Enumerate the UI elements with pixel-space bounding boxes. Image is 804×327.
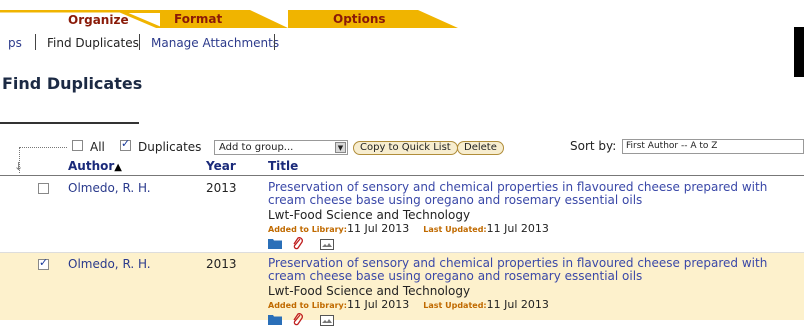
column-header-title[interactable]: Title (268, 159, 298, 173)
row-title[interactable]: Preservation of sensory and chemical pro… (268, 257, 788, 283)
tab-format[interactable]: Format (160, 10, 390, 28)
added-date: 11 Jul 2013 (346, 222, 410, 235)
row-checkbox[interactable] (38, 183, 49, 194)
duplicates-label: Duplicates (138, 140, 202, 154)
updated-label: Last Updated: (423, 301, 487, 310)
subnav-separator (274, 34, 275, 50)
selection-connector (19, 147, 67, 149)
image-icon[interactable] (320, 239, 334, 250)
copy-to-quick-list-button[interactable]: Copy to Quick List (353, 141, 458, 155)
column-header-year[interactable]: Year (206, 159, 236, 173)
paperclip-icon[interactable] (292, 237, 304, 250)
image-icon[interactable] (320, 315, 334, 326)
added-label: Added to Library: (268, 301, 347, 310)
subnav-item-find-duplicates[interactable]: Find Duplicates (47, 36, 139, 50)
right-edge-bar (794, 27, 804, 77)
tab-format-label: Format (174, 12, 223, 26)
tab-strip: Options Format Organize (0, 0, 804, 28)
added-date: 11 Jul 2013 (346, 298, 410, 311)
updated-date: 11 Jul 2013 (486, 222, 549, 235)
row-meta: Added to Library:11 Jul 2013 Last Update… (268, 298, 549, 311)
subnav-separator (139, 34, 140, 50)
column-header-author-label: Author (68, 159, 115, 173)
delete-button[interactable]: Delete (457, 141, 504, 155)
sub-navigation: ps Find Duplicates Manage Attachments (0, 28, 804, 50)
table-header: Author▲ Year Title (0, 159, 804, 176)
add-to-group-value: Add to group... (219, 142, 294, 153)
duplicates-checkbox[interactable] (120, 137, 131, 151)
sort-ascending-icon: ▲ (114, 162, 122, 173)
page-title: Find Duplicates (2, 74, 143, 93)
select-all-label: All (90, 140, 105, 154)
sort-by-label: Sort by: (570, 139, 617, 153)
title-divider (0, 122, 139, 124)
sort-select[interactable]: First Author -- A to Z (622, 139, 804, 154)
folder-icon[interactable] (268, 237, 282, 249)
row-author[interactable]: Olmedo, R. H. (68, 181, 151, 195)
tab-organize-label: Organize (68, 13, 129, 27)
sort-select-value: First Author -- A to Z (626, 141, 718, 151)
folder-icon[interactable] (268, 313, 282, 325)
row-meta: Added to Library:11 Jul 2013 Last Update… (268, 222, 549, 235)
row-year: 2013 (206, 181, 237, 195)
added-label: Added to Library: (268, 225, 347, 234)
table-row: Olmedo, R. H. 2013 Preservation of senso… (0, 253, 804, 326)
row-checkbox[interactable] (38, 256, 49, 270)
updated-label: Last Updated: (423, 225, 487, 234)
tab-organize[interactable]: Organize (0, 10, 160, 28)
row-title[interactable]: Preservation of sensory and chemical pro… (268, 181, 788, 207)
row-journal: Lwt-Food Science and Technology (268, 208, 471, 222)
column-header-author[interactable]: Author▲ (68, 159, 122, 173)
table-row: Olmedo, R. H. 2013 Preservation of senso… (0, 177, 804, 253)
row-journal: Lwt-Food Science and Technology (268, 284, 471, 298)
subnav-item-groups[interactable]: ps (8, 36, 22, 50)
subnav-item-manage-attachments[interactable]: Manage Attachments (151, 36, 279, 50)
chevron-down-icon: ▼ (335, 142, 346, 153)
subnav-separator (35, 34, 36, 50)
row-year: 2013 (206, 257, 237, 271)
row-author[interactable]: Olmedo, R. H. (68, 257, 151, 271)
add-to-group-select[interactable]: Add to group... ▼ (214, 140, 348, 155)
select-all-checkbox[interactable] (72, 140, 83, 151)
updated-date: 11 Jul 2013 (486, 298, 549, 311)
toolbar: All Duplicates Add to group... ▼ Copy to… (0, 137, 804, 159)
